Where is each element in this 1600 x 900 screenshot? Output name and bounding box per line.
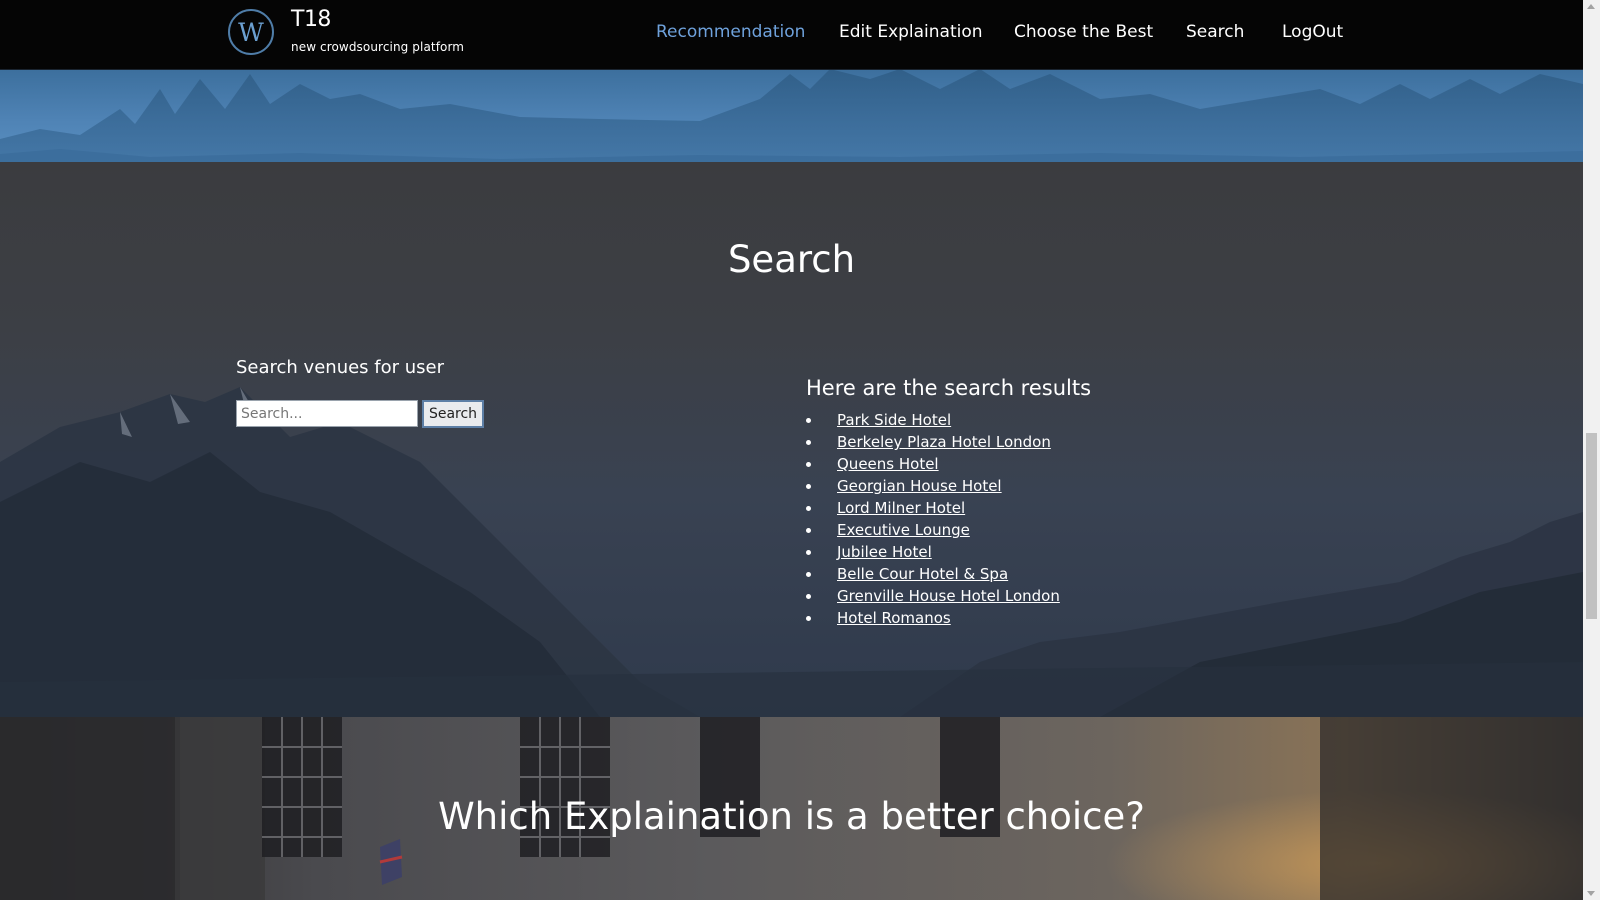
bullet-dot-icon [806, 594, 811, 599]
result-link[interactable]: Grenville House Hotel London [837, 587, 1060, 605]
vertical-scrollbar[interactable] [1583, 0, 1600, 900]
search-button[interactable]: Search [422, 400, 484, 428]
bullet-dot-icon [806, 550, 811, 555]
list-item: Park Side Hotel [806, 409, 1060, 431]
result-link[interactable]: Berkeley Plaza Hotel London [837, 433, 1051, 451]
search-section-title: Search [727, 238, 856, 281]
list-item: Hotel Romanos [806, 607, 1060, 629]
nav-link-logout[interactable]: LogOut [1282, 22, 1343, 42]
list-item: Berkeley Plaza Hotel London [806, 431, 1060, 453]
brand-title[interactable]: T18 [291, 7, 331, 32]
search-input[interactable] [236, 400, 418, 427]
bullet-dot-icon [806, 572, 811, 577]
results-title: Here are the search results [806, 376, 1092, 400]
result-link[interactable]: Belle Cour Hotel & Spa [837, 565, 1008, 583]
list-item: Belle Cour Hotel & Spa [806, 563, 1060, 585]
result-link[interactable]: Executive Lounge [837, 521, 970, 539]
bullet-dot-icon [806, 506, 811, 511]
result-link[interactable]: Hotel Romanos [837, 609, 951, 627]
choice-section-title: Which Explaination is a better choice? [438, 795, 1145, 838]
list-item: Georgian House Hotel [806, 475, 1060, 497]
w-circle-logo-icon[interactable]: W [228, 9, 274, 55]
forest-silhouette [0, 69, 1583, 162]
result-link[interactable]: Jubilee Hotel [837, 543, 932, 561]
brand-subtitle: new crowdsourcing platform [291, 40, 465, 54]
choice-section: Which Explaination is a better choice? [0, 717, 1583, 900]
list-item: Executive Lounge [806, 519, 1060, 541]
result-link[interactable]: Lord Milner Hotel [837, 499, 965, 517]
nav-link-edit-explaination[interactable]: Edit Explaination [839, 22, 983, 42]
scroll-thumb[interactable] [1586, 433, 1597, 619]
bullet-dot-icon [806, 616, 811, 621]
scroll-down-arrow-icon[interactable] [1587, 891, 1595, 896]
list-item: Jubilee Hotel [806, 541, 1060, 563]
list-item: Queens Hotel [806, 453, 1060, 475]
results-list: Park Side Hotel Berkeley Plaza Hotel Lon… [806, 409, 1060, 629]
list-item: Lord Milner Hotel [806, 497, 1060, 519]
hero-forest-image [0, 69, 1583, 162]
bullet-dot-icon [806, 418, 811, 423]
nav-link-recommendation[interactable]: Recommendation [656, 22, 805, 42]
nav-link-choose-the-best[interactable]: Choose the Best [1014, 22, 1153, 42]
nav-link-search[interactable]: Search [1186, 22, 1244, 42]
result-link[interactable]: Georgian House Hotel [837, 477, 1002, 495]
bullet-dot-icon [806, 528, 811, 533]
search-section: Search Search venues for user Search Her… [0, 162, 1583, 717]
scroll-up-arrow-icon[interactable] [1587, 4, 1595, 9]
result-link[interactable]: Queens Hotel [837, 455, 939, 473]
list-item: Grenville House Hotel London [806, 585, 1060, 607]
page: W T18 new crowdsourcing platform Recomme… [0, 0, 1583, 900]
top-navbar: W T18 new crowdsourcing platform Recomme… [0, 0, 1583, 70]
bullet-dot-icon [806, 484, 811, 489]
bullet-dot-icon [806, 462, 811, 467]
bullet-dot-icon [806, 440, 811, 445]
result-link[interactable]: Park Side Hotel [837, 411, 951, 429]
search-form-label: Search venues for user [236, 357, 445, 378]
